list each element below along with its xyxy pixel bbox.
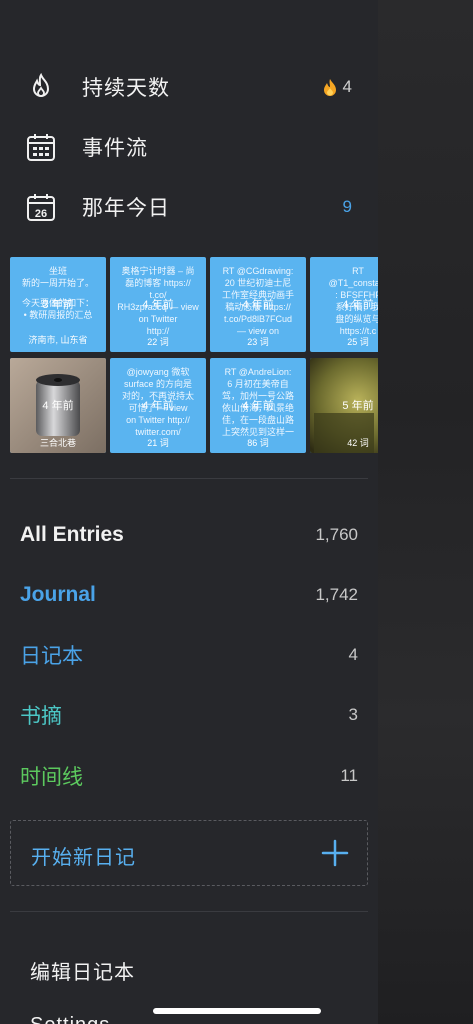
tile-line: @jowyang 微软 (126, 367, 190, 377)
journal-name: 日记本 (20, 645, 83, 668)
menu-item-on-this-day[interactable]: 26 那年今日 9 (0, 177, 378, 237)
new-journal-button[interactable]: 开始新日记 (10, 820, 368, 886)
memory-tile[interactable]: @jowyang 微软 surface 的方向是 对的，不再说持太 可惜了 — … (110, 358, 206, 453)
divider (10, 478, 368, 479)
calendar-day-number: 26 (35, 208, 47, 220)
tile-line: surface 的方向是 (123, 379, 192, 389)
flame-outline-icon (32, 72, 50, 97)
flame-icon (323, 78, 336, 96)
tile-line: on Twitter http:// (126, 415, 190, 425)
on-this-day-count: 9 (342, 197, 352, 216)
journal-count: 1,742 (315, 585, 358, 604)
tile-age: 5 年前 (342, 400, 374, 412)
streak-count: 4 (323, 77, 352, 97)
journal-name: Journal (20, 583, 96, 606)
tile-line: 坐班 (48, 266, 67, 276)
tile-line: @T1_constant (328, 278, 378, 288)
tile-line: 20 世纪初迪士尼 (224, 278, 292, 288)
tile-word-count: 22 词 (147, 337, 169, 347)
tile-line: 磊的博客 https:// (125, 278, 191, 288)
memory-tile-photo[interactable]: 4 年前 三合北巷 (10, 358, 106, 453)
tile-age: 4 年前 (142, 400, 174, 412)
tile-word-count: 23 词 (247, 337, 269, 347)
menu-item-label: 那年今日 (82, 197, 170, 220)
tile-location: 三合北巷 (39, 438, 76, 448)
memory-tile[interactable]: RT @T1_constant : BFSFFHF 系好稿，我 盘的纵览与 ht… (310, 257, 378, 352)
tile-line: RT (352, 266, 364, 276)
menu-item-label: 持续天数 (82, 77, 170, 100)
journal-count: 11 (340, 766, 358, 785)
tile-word-count: 25 词 (347, 337, 369, 347)
journal-item-journal[interactable]: Journal 1,742 (0, 565, 378, 625)
tile-line: RT @AndreLion: (224, 367, 292, 377)
plus-icon (321, 839, 349, 867)
journal-name: All Entries (20, 523, 124, 546)
tile-word-count: 42 词 (347, 438, 369, 448)
tile-line: 奥格宁计时器 – 尚 (121, 266, 195, 276)
tile-age: 3 年前 (42, 299, 74, 311)
settings-button[interactable]: Settings (30, 1014, 110, 1024)
home-indicator[interactable] (153, 1008, 321, 1014)
journal-name: 时间线 (20, 766, 83, 789)
on-this-day-grid: 坐班 新的一周开始了。 今天要做的如下： • 教研周报的汇总 3 年前 济南市,… (10, 257, 378, 453)
tile-age: 4 年前 (142, 299, 174, 311)
memory-tile[interactable]: 奥格宁计时器 – 尚 磊的博客 https:// t.co/ RH3zpraJc… (110, 257, 206, 352)
tile-age: 4 年前 (42, 400, 74, 412)
tile-age: 4 年前 (342, 299, 374, 311)
memory-tile[interactable]: RT @CGdrawing: 20 世纪初迪士尼 工作室经典动画手 稿动态版 h… (210, 257, 306, 352)
tile-line: 新的一周开始了。 (21, 278, 94, 288)
calendar-grid-icon (27, 134, 55, 161)
journal-count: 4 (348, 645, 358, 664)
tile-line: RT @CGdrawing: (222, 266, 294, 276)
menu-item-timeline[interactable]: 事件流 (0, 117, 378, 177)
new-journal-label: 开始新日记 (31, 847, 136, 869)
memory-tile[interactable]: RT @AndreLion: 6 月初在美帝自 驾，加州一号公路 依山傍海，风景… (210, 358, 306, 453)
edit-journals-button[interactable]: 编辑日记本 (30, 956, 135, 985)
journal-item-timeline[interactable]: 时间线 11 (0, 746, 378, 806)
tile-word-count: 21 词 (147, 438, 169, 448)
journal-count: 1,760 (315, 525, 358, 544)
divider (10, 911, 368, 912)
tile-line: 盘的纵览与 (335, 314, 378, 324)
journal-count: 3 (348, 705, 358, 724)
tile-location: 济南市, 山东省 (28, 335, 88, 345)
memory-tile[interactable]: 坐班 新的一周开始了。 今天要做的如下： • 教研周报的汇总 3 年前 济南市,… (10, 257, 106, 352)
streak-value: 4 (342, 77, 352, 96)
background-content[interactable] (378, 0, 473, 1024)
tile-age: 4 年前 (242, 299, 274, 311)
tile-line: t.co/Pd8lB7FCud (223, 314, 293, 324)
journal-item-all-entries[interactable]: All Entries 1,760 (0, 505, 378, 565)
tile-line: 佳，在一段盘山路 (221, 415, 294, 425)
menu-item-streak[interactable]: 持续天数 4 (0, 57, 378, 117)
tile-age: 4 年前 (242, 400, 274, 412)
side-drawer: 持续天数 4 事件流 26 那年今日 9 坐班 新的一周开始了。 今天要做的如下… (0, 0, 378, 1024)
calendar-date-icon: 26 (27, 194, 55, 221)
journal-item-excerpts[interactable]: 书摘 3 (0, 685, 378, 745)
tile-line: 6 月初在美帝自 (227, 379, 289, 389)
menu-item-label: 事件流 (82, 137, 148, 160)
tile-word-count: 86 词 (247, 438, 269, 448)
memory-tile-photo[interactable]: 5 年前 42 词 (310, 358, 378, 453)
journal-item-diary[interactable]: 日记本 4 (0, 625, 378, 685)
journal-name: 书摘 (20, 705, 62, 728)
